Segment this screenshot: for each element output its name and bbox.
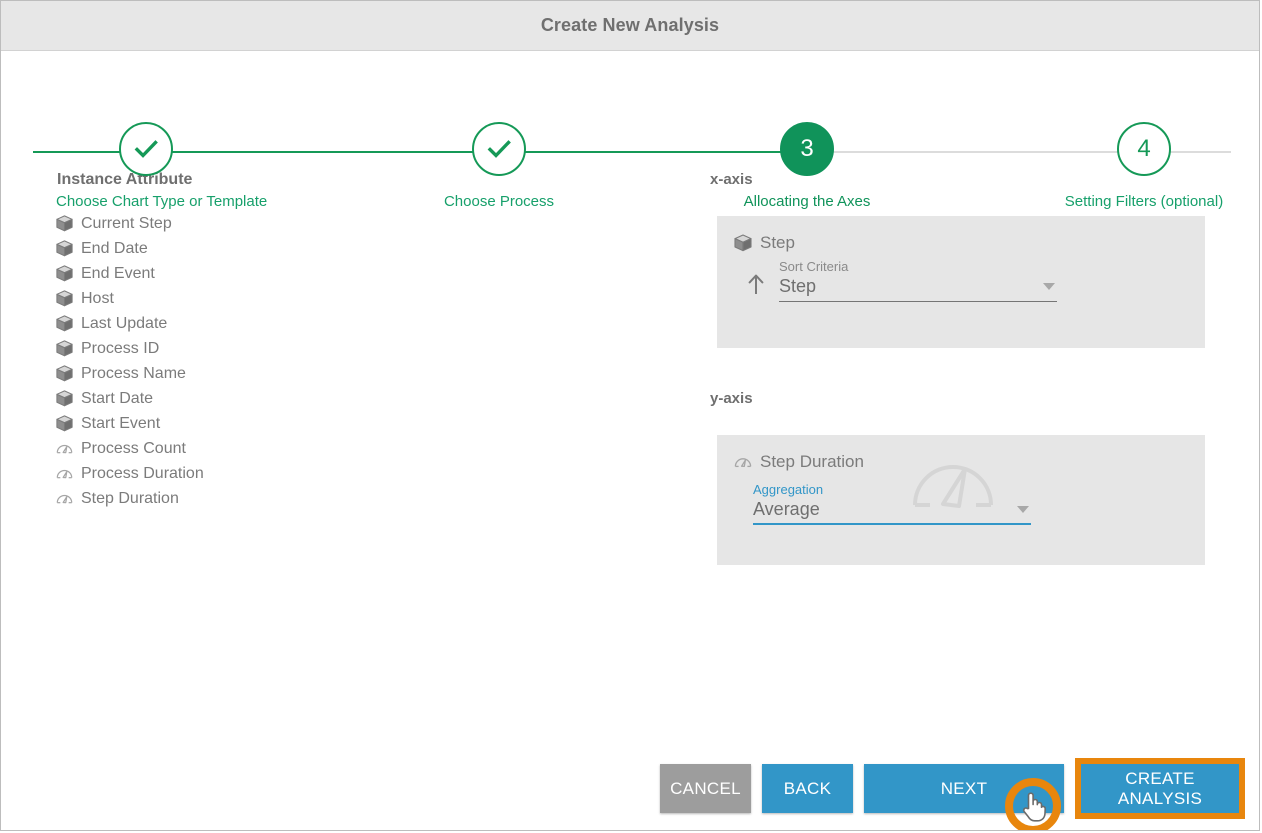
y-axis-field-header: Step Duration bbox=[717, 435, 1205, 472]
attribute-label: End Date bbox=[81, 241, 148, 257]
y-axis-aggregation-row: Aggregation Average bbox=[717, 472, 1205, 525]
attribute-label: Last Update bbox=[81, 316, 167, 332]
attribute-item-end-event[interactable]: End Event bbox=[1, 261, 661, 286]
attribute-label: Step Duration bbox=[81, 491, 179, 507]
attribute-item-process-duration[interactable]: Process Duration bbox=[1, 461, 661, 486]
chevron-down-icon bbox=[1043, 283, 1055, 290]
attribute-label: Process Count bbox=[81, 441, 186, 457]
y-axis-title: y-axis bbox=[710, 390, 1211, 407]
create-analysis-button[interactable]: CREATE ANALYSIS bbox=[1081, 764, 1239, 813]
wizard-stepper: Choose Chart Type or Template Choose Pro… bbox=[1, 51, 1259, 171]
x-axis-dropzone[interactable]: Step Sort Criteria Step bbox=[717, 216, 1205, 348]
x-axis-field-header: Step bbox=[717, 216, 1205, 253]
attribute-item-start-event[interactable]: Start Event bbox=[1, 411, 661, 436]
arrow-up-icon[interactable] bbox=[733, 272, 779, 302]
x-axis-field-name: Step bbox=[760, 233, 795, 253]
gauge-icon bbox=[55, 464, 81, 483]
cancel-button[interactable]: CANCEL bbox=[660, 764, 751, 813]
stepper-step-4-bubble: 4 bbox=[1117, 122, 1171, 176]
check-icon bbox=[484, 134, 514, 164]
stepper-step-4-number: 4 bbox=[1137, 137, 1150, 161]
x-axis-sort-row: Sort Criteria Step bbox=[717, 253, 1205, 302]
cube-icon bbox=[55, 314, 81, 333]
page-title: Create New Analysis bbox=[541, 15, 719, 36]
chevron-down-icon bbox=[1017, 506, 1029, 513]
attribute-label: Host bbox=[81, 291, 114, 307]
attribute-label: Process Name bbox=[81, 366, 186, 382]
cube-icon bbox=[733, 233, 760, 253]
cube-icon bbox=[55, 364, 81, 383]
dialog-footer: CANCEL BACK NEXT CREATE ANALYSIS bbox=[1, 747, 1259, 830]
attribute-label: End Event bbox=[81, 266, 155, 282]
create-analysis-highlight: CREATE ANALYSIS bbox=[1075, 758, 1245, 819]
dialog-content: Instance Attribute Current Step bbox=[1, 171, 1259, 771]
cube-icon bbox=[55, 214, 81, 233]
check-icon bbox=[131, 134, 161, 164]
next-button[interactable]: NEXT bbox=[864, 764, 1064, 813]
stepper-step-3-bubble: 3 bbox=[780, 122, 834, 176]
gauge-icon bbox=[55, 439, 81, 458]
cube-icon bbox=[55, 239, 81, 258]
sort-criteria-value: Step bbox=[779, 276, 816, 297]
cube-icon bbox=[55, 339, 81, 358]
stepper-step-1-bubble bbox=[119, 122, 173, 176]
aggregation-select[interactable]: Aggregation Average bbox=[753, 482, 1031, 525]
back-button[interactable]: BACK bbox=[762, 764, 853, 813]
attribute-label: Start Event bbox=[81, 416, 160, 432]
attribute-item-step-duration[interactable]: Step Duration bbox=[1, 486, 661, 511]
sort-criteria-label: Sort Criteria bbox=[779, 259, 1057, 274]
stepper-step-3-number: 3 bbox=[800, 137, 813, 161]
axis-configuration-panel: x-axis Step bbox=[701, 171, 1211, 565]
create-new-analysis-dialog: Create New Analysis Choose Chart Type or… bbox=[0, 0, 1260, 831]
aggregation-label: Aggregation bbox=[753, 482, 1031, 497]
dialog-titlebar: Create New Analysis bbox=[1, 1, 1259, 51]
attribute-item-current-step[interactable]: Current Step bbox=[1, 211, 661, 236]
instance-attribute-panel: Instance Attribute Current Step bbox=[1, 171, 661, 511]
gauge-icon bbox=[55, 489, 81, 508]
instance-attribute-list: Current Step End Date bbox=[1, 211, 661, 511]
sort-criteria-select[interactable]: Sort Criteria Step bbox=[779, 259, 1057, 302]
stepper-step-2-bubble bbox=[472, 122, 526, 176]
attribute-item-start-date[interactable]: Start Date bbox=[1, 386, 661, 411]
attribute-label: Process ID bbox=[81, 341, 159, 357]
aggregation-value-row: Average bbox=[753, 499, 1031, 525]
sort-criteria-value-row: Step bbox=[779, 276, 1057, 302]
y-axis-field-name: Step Duration bbox=[760, 452, 864, 472]
attribute-item-process-count[interactable]: Process Count bbox=[1, 436, 661, 461]
gauge-icon bbox=[733, 452, 760, 472]
attribute-item-host[interactable]: Host bbox=[1, 286, 661, 311]
cube-icon bbox=[55, 264, 81, 283]
attribute-label: Start Date bbox=[81, 391, 153, 407]
attribute-item-process-name[interactable]: Process Name bbox=[1, 361, 661, 386]
attribute-item-last-update[interactable]: Last Update bbox=[1, 311, 661, 336]
attribute-label: Current Step bbox=[81, 216, 172, 232]
attribute-label: Process Duration bbox=[81, 466, 204, 482]
attribute-item-end-date[interactable]: End Date bbox=[1, 236, 661, 261]
y-axis-dropzone[interactable]: Step Duration Aggregation Average bbox=[717, 435, 1205, 565]
attribute-item-process-id[interactable]: Process ID bbox=[1, 336, 661, 361]
cube-icon bbox=[55, 289, 81, 308]
aggregation-value: Average bbox=[753, 499, 820, 520]
cube-icon bbox=[55, 389, 81, 408]
cube-icon bbox=[55, 414, 81, 433]
